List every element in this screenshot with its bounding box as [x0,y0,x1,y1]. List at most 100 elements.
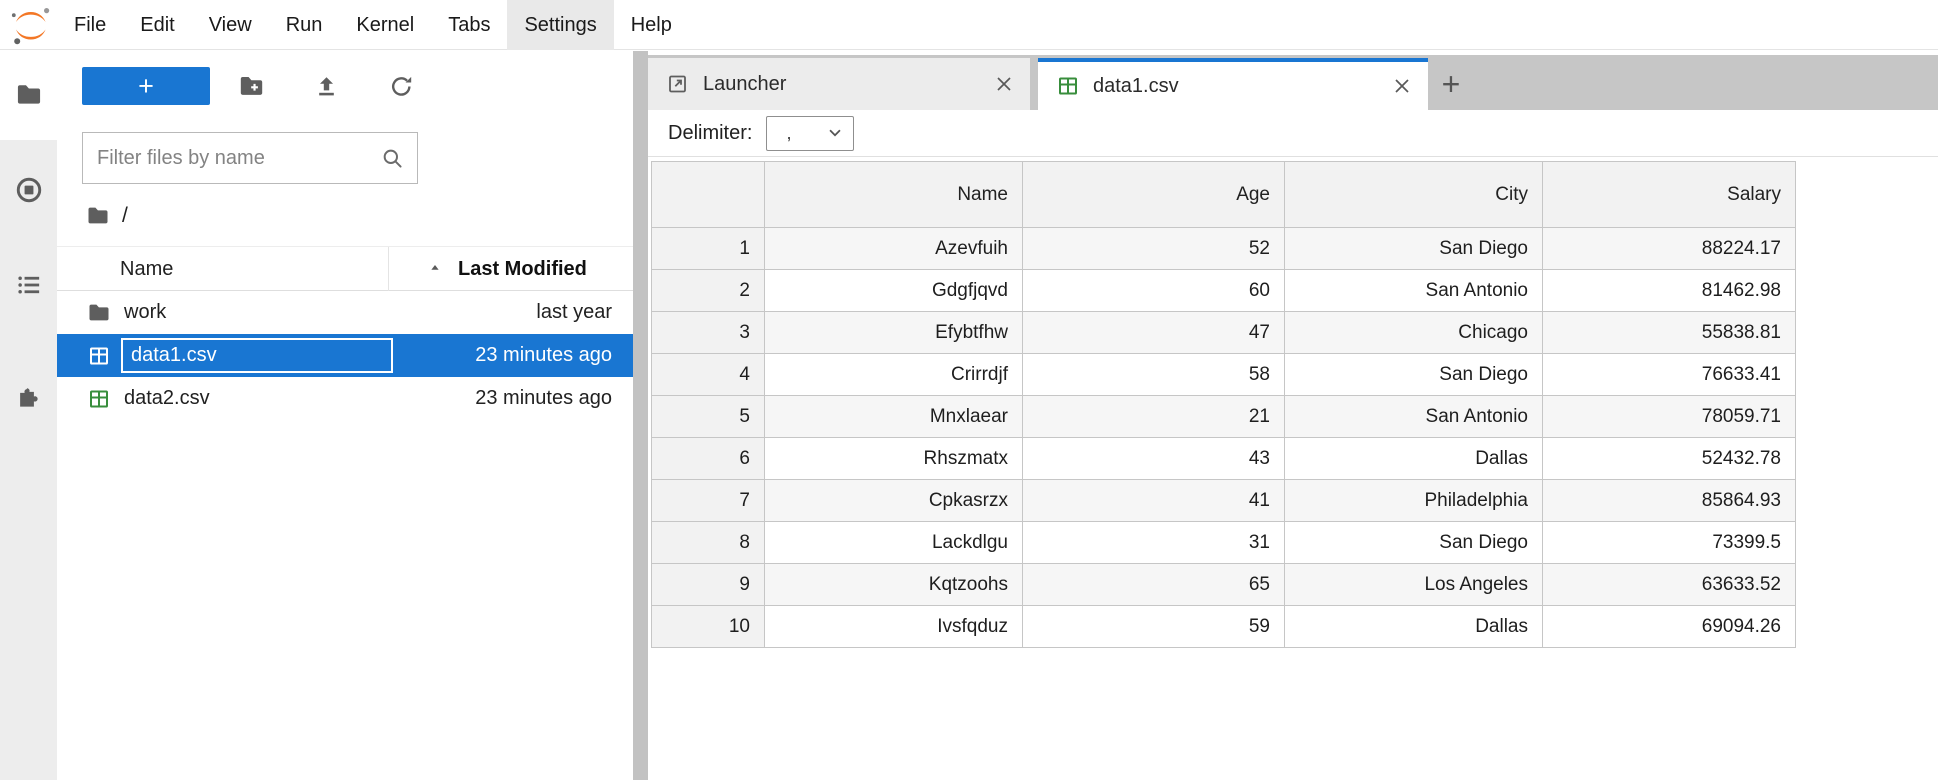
csv-file-icon [87,344,111,368]
panel-resize-handle[interactable] [633,51,648,780]
delimiter-value: , [767,123,791,144]
tab-data1-csv[interactable]: data1.csv [1038,58,1428,110]
file-row-data1-csv[interactable]: data1.csv 23 minutes ago [57,334,633,377]
menu-item-view[interactable]: View [192,0,269,50]
grid-cell[interactable]: 31 [1023,522,1285,564]
delimiter-dropdown[interactable]: , [766,116,854,151]
grid-cell[interactable]: 73399.5 [1543,522,1796,564]
grid-cell[interactable]: 78059.71 [1543,396,1796,438]
grid-cell[interactable]: 52432.78 [1543,438,1796,480]
grid-cell[interactable]: Cpkasrzx [765,480,1023,522]
menu-item-settings[interactable]: Settings [507,0,613,50]
grid-cell[interactable]: Efybtfhw [765,312,1023,354]
filter-files-box [82,132,418,184]
breadcrumb-root[interactable]: / [122,204,128,228]
grid-row-number-cell[interactable]: 7 [652,480,765,522]
grid-cell[interactable]: Kqtzoohs [765,564,1023,606]
close-tab-icon[interactable] [1390,74,1414,98]
grid-cell[interactable]: 76633.41 [1543,354,1796,396]
grid-cell[interactable]: 59 [1023,606,1285,648]
filter-files-input[interactable] [83,133,417,183]
grid-cell[interactable]: 69094.26 [1543,606,1796,648]
grid-cell[interactable]: 88224.17 [1543,228,1796,270]
grid-row-number-cell[interactable]: 8 [652,522,765,564]
grid-cell[interactable]: Mnxlaear [765,396,1023,438]
new-folder-icon[interactable] [238,73,265,100]
grid-cell[interactable]: 58 [1023,354,1285,396]
grid-row-number-cell[interactable]: 3 [652,312,765,354]
menu-item-help[interactable]: Help [614,0,689,50]
file-row-data2-csv[interactable]: data2.csv 23 minutes ago [57,377,633,420]
grid-cell[interactable]: 21 [1023,396,1285,438]
grid-row-number-cell[interactable]: 10 [652,606,765,648]
grid-cell[interactable]: 60 [1023,270,1285,312]
grid-cell[interactable]: Chicago [1285,312,1543,354]
grid-row-number-cell[interactable]: 2 [652,270,765,312]
grid-cell[interactable]: 43 [1023,438,1285,480]
new-tab-button[interactable]: + [1428,58,1474,110]
file-list-header: Name Last Modified [57,246,633,291]
grid-cell[interactable]: Rhszmatx [765,438,1023,480]
grid-row-number-cell[interactable]: 6 [652,438,765,480]
file-browser-icon[interactable] [15,81,43,109]
grid-cell[interactable]: 63633.52 [1543,564,1796,606]
menu-item-kernel[interactable]: Kernel [339,0,431,50]
close-tab-icon[interactable] [992,72,1016,96]
grid-cell[interactable]: Azevfuih [765,228,1023,270]
running-sessions-icon[interactable] [15,176,43,204]
grid-cell[interactable]: 65 [1023,564,1285,606]
grid-cell[interactable]: San Diego [1285,522,1543,564]
menu-item-run[interactable]: Run [269,0,340,50]
grid-row-number-cell[interactable]: 5 [652,396,765,438]
grid-cell[interactable]: San Antonio [1285,396,1543,438]
grid-cell[interactable]: Dallas [1285,438,1543,480]
jupyter-logo [9,4,53,46]
file-name: work [124,301,166,324]
grid-cell[interactable]: San Diego [1285,228,1543,270]
csv-file-icon [87,387,111,411]
new-launcher-button[interactable]: + [82,67,210,105]
grid-cell[interactable]: 81462.98 [1543,270,1796,312]
grid-cell[interactable]: San Diego [1285,354,1543,396]
tab-bar: Launcher data1.csv + [648,55,1938,110]
menu-bar: File Edit View Run Kernel Tabs Settings … [0,0,1938,50]
grid-cell[interactable]: Crirrdjf [765,354,1023,396]
delimiter-label: Delimiter: [668,122,752,145]
rename-input[interactable]: data1.csv [121,338,393,373]
grid-cell[interactable]: Dallas [1285,606,1543,648]
grid-cell[interactable]: Philadelphia [1285,480,1543,522]
grid-cell[interactable]: 52 [1023,228,1285,270]
menu-item-tabs[interactable]: Tabs [431,0,507,50]
grid-cell[interactable]: San Antonio [1285,270,1543,312]
refresh-icon[interactable] [388,73,415,100]
home-folder-icon[interactable] [86,204,110,228]
grid-cell[interactable]: 55838.81 [1543,312,1796,354]
sort-by-name-header[interactable]: Name [120,247,173,291]
grid-row-number-cell[interactable]: 4 [652,354,765,396]
csv-toolbar: Delimiter: , [648,110,1938,157]
grid-cell[interactable]: 85864.93 [1543,480,1796,522]
grid-row: 4Crirrdjf58San Diego76633.41 [652,354,1796,396]
csv-data-grid: NameAgeCitySalary 1Azevfuih52San Diego88… [651,161,1796,648]
grid-cell[interactable]: Gdgfjqvd [765,270,1023,312]
grid-column-header: Age [1023,162,1285,228]
tab-launcher[interactable]: Launcher [648,58,1030,110]
grid-cell[interactable]: 41 [1023,480,1285,522]
upload-icon[interactable] [313,73,340,100]
extensions-icon[interactable] [15,384,43,412]
grid-cell[interactable]: Ivsfqduz [765,606,1023,648]
menu-item-file[interactable]: File [57,0,123,50]
grid-row-number-cell[interactable]: 1 [652,228,765,270]
menu-items: File Edit View Run Kernel Tabs Settings … [57,0,689,50]
grid-cell[interactable]: 47 [1023,312,1285,354]
csv-grid-header-row: NameAgeCitySalary [652,162,1796,228]
file-row-work[interactable]: work last year [57,291,633,334]
menu-item-edit[interactable]: Edit [123,0,191,50]
modified-header-label: Last Modified [458,258,587,281]
grid-row-number-cell[interactable]: 9 [652,564,765,606]
grid-cell[interactable]: Los Angeles [1285,564,1543,606]
table-of-contents-icon[interactable] [15,271,43,299]
grid-row: 2Gdgfjqvd60San Antonio81462.98 [652,270,1796,312]
sort-by-modified-header[interactable]: Last Modified [388,247,633,291]
grid-cell[interactable]: Lackdlgu [765,522,1023,564]
